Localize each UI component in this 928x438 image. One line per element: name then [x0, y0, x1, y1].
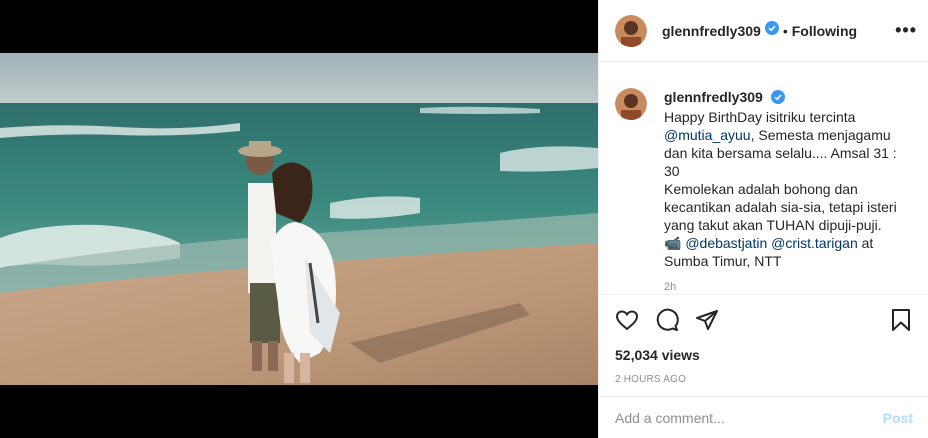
caption-line-3: Kemolekan adalah bohong dan kecantikan a… — [664, 181, 897, 233]
verified-badge-icon — [764, 21, 779, 40]
post-author-username[interactable]: glennfredly309 — [662, 23, 761, 39]
more-options-icon[interactable]: ••• — [895, 20, 917, 41]
video-player[interactable] — [0, 53, 598, 385]
mention-link[interactable]: @crist.tarigan — [771, 235, 858, 251]
caption-text: glennfredly309 Happy BirthDay isitriku t… — [664, 88, 904, 294]
post-media[interactable] — [0, 0, 598, 438]
share-icon[interactable] — [695, 300, 735, 340]
post-button[interactable]: Post — [883, 410, 913, 426]
caption: glennfredly309 Happy BirthDay isitriku t… — [615, 88, 913, 294]
post-header: glennfredly309 • Following ••• — [599, 0, 928, 62]
post-age: 2 HOURS AGO — [615, 374, 687, 385]
avatar[interactable] — [615, 14, 647, 47]
caption-line-1: Happy BirthDay isitriku tercinta — [664, 109, 856, 125]
following-button[interactable]: Following — [792, 23, 857, 39]
mention-link[interactable]: @mutia_ayuu — [664, 127, 751, 143]
post-side-panel: glennfredly309 • Following ••• glennfred… — [598, 0, 928, 438]
verified-badge-icon — [770, 90, 785, 108]
heart-icon[interactable] — [615, 300, 655, 340]
comment-input[interactable] — [615, 409, 883, 426]
view-count[interactable]: 52,034 views — [615, 347, 913, 363]
caption-avatar[interactable] — [615, 88, 647, 120]
caption-username[interactable]: glennfredly309 — [664, 89, 763, 105]
beach-video-frame — [0, 53, 598, 385]
video-camera-icon: 📹 — [664, 235, 682, 251]
caption-timestamp: 2h — [664, 281, 677, 293]
separator-dot: • — [782, 22, 788, 39]
mention-link[interactable]: @debastjatin — [685, 235, 767, 251]
add-comment-form: Post — [599, 396, 928, 438]
comment-icon[interactable] — [655, 300, 695, 340]
comments-section: glennfredly309 Happy BirthDay isitriku t… — [599, 62, 928, 294]
action-bar: 52,034 views 2 HOURS AGO — [599, 294, 928, 385]
bookmark-icon[interactable] — [873, 300, 913, 340]
